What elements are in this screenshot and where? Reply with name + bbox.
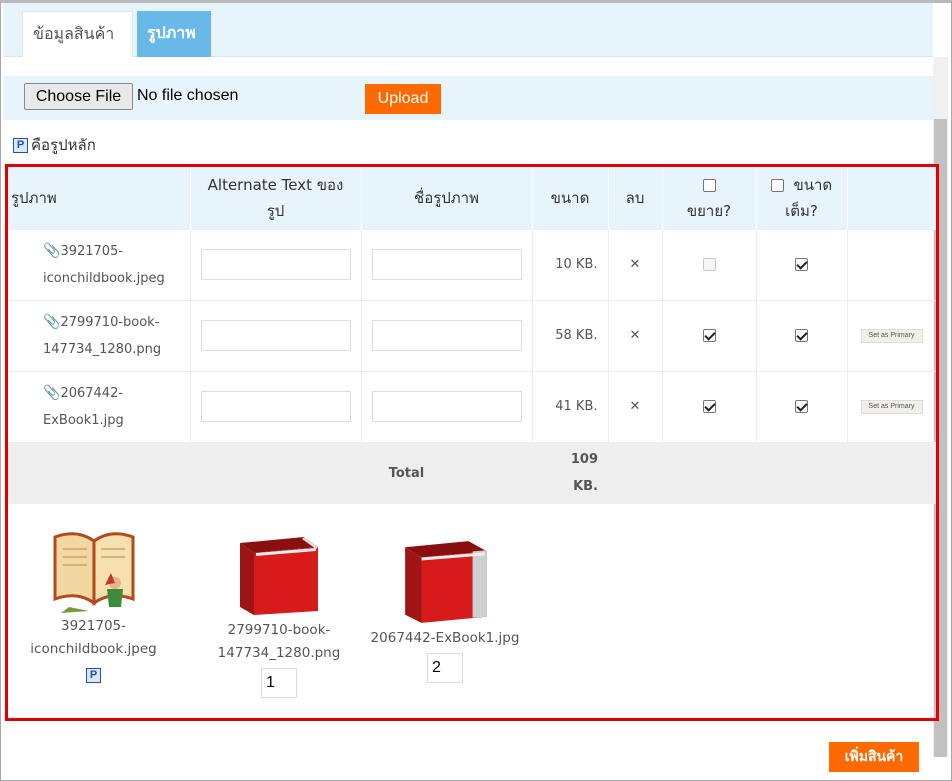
upload-button[interactable]: Upload [365, 84, 441, 114]
primary-legend: P คือรูปหลัก [13, 133, 96, 157]
upload-bar: Choose File No file chosen Upload [3, 76, 933, 120]
tab-images[interactable]: รูปภาพ [137, 11, 211, 57]
add-product-button[interactable]: เพิ่มสินค้า [829, 742, 919, 772]
tab-bar: ข้อมูลสินค้า รูปภาพ [3, 3, 933, 57]
choose-file-button[interactable]: Choose File [24, 83, 133, 110]
tab-product-info[interactable]: ข้อมูลสินค้า [22, 11, 133, 57]
file-status-text: No file chosen [137, 87, 239, 104]
primary-badge-icon: P [13, 137, 28, 153]
highlight-box [5, 164, 939, 721]
primary-legend-text: คือรูปหลัก [31, 136, 96, 154]
